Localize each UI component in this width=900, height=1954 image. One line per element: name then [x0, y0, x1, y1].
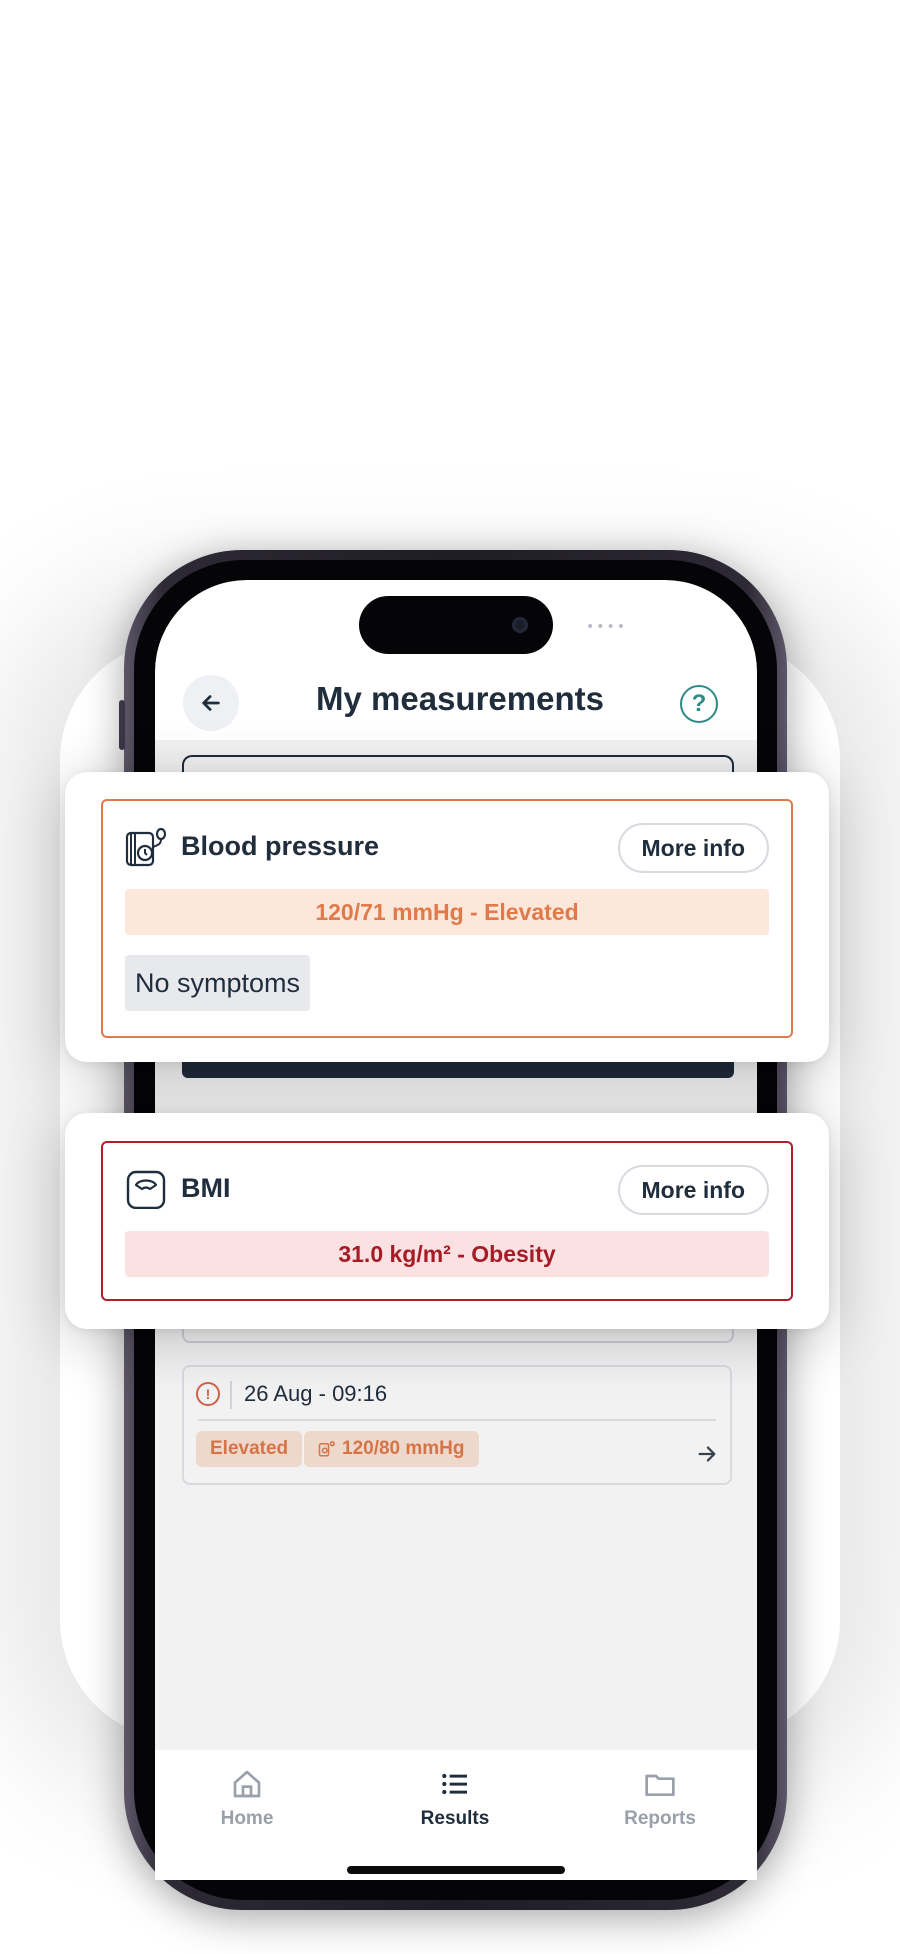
home-indicator [347, 1866, 565, 1874]
blood-pressure-monitor-icon [125, 827, 167, 867]
help-button[interactable]: ? [680, 685, 718, 723]
blood-pressure-popup: Blood pressure More info 120/71 mmHg - E… [65, 772, 829, 1062]
bmi-result: 31.0 kg/m² - Obesity [125, 1231, 769, 1277]
blood-pressure-result: 120/71 mmHg - Elevated [125, 889, 769, 935]
more-info-button[interactable]: More info [617, 1165, 769, 1215]
blood-pressure-title: Blood pressure [181, 831, 380, 861]
nav-reports[interactable]: Reports [600, 1768, 720, 1830]
page-title: My measurements [316, 680, 604, 717]
blood-pressure-card: Blood pressure More info 120/71 mmHg - E… [101, 799, 793, 1038]
home-icon [233, 1770, 261, 1798]
phone-action-button [119, 700, 125, 750]
bmi-card: BMI More info 31.0 kg/m² - Obesity [101, 1141, 793, 1301]
nav-reports-label: Reports [624, 1808, 696, 1829]
symptoms-chip: No symptoms [125, 955, 311, 1011]
folder-icon [645, 1774, 675, 1796]
camera-icon [512, 617, 528, 633]
nav-home-label: Home [220, 1808, 274, 1829]
nav-results[interactable]: Results [395, 1768, 515, 1830]
back-button[interactable] [183, 675, 239, 731]
bmi-title: BMI [181, 1173, 231, 1203]
status-dots: •••• [586, 619, 628, 635]
more-info-button[interactable]: More info [617, 823, 769, 873]
scale-icon [126, 1170, 166, 1209]
nav-home[interactable]: Home [187, 1768, 307, 1830]
nav-results-label: Results [420, 1808, 490, 1829]
bmi-popup: BMI More info 31.0 kg/m² - Obesity [65, 1113, 829, 1329]
list-icon [442, 1773, 467, 1795]
bottom-navigation: Home Results Reports [155, 1750, 757, 1880]
arrow-left-icon [202, 695, 220, 711]
